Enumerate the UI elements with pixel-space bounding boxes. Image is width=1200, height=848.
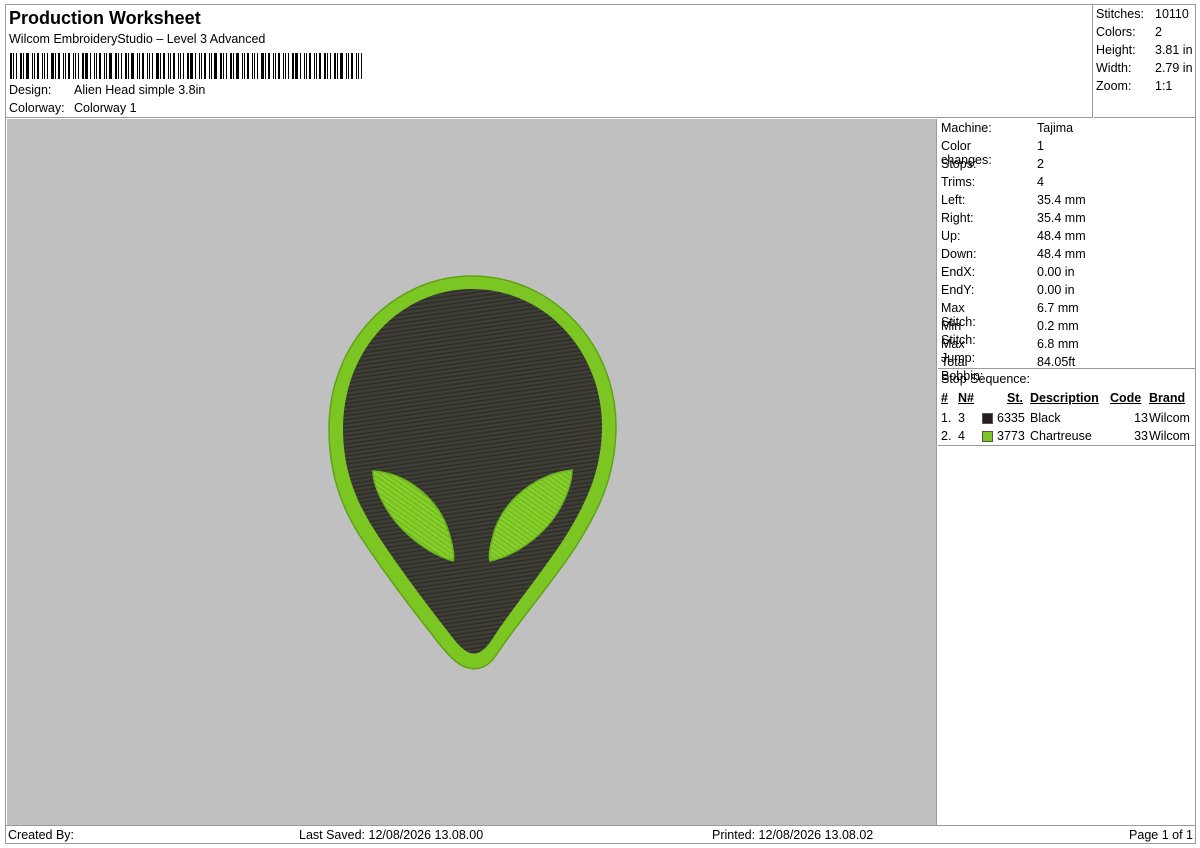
zoom-value: 1:1 [1155, 79, 1173, 93]
seq-brand: Wilcom [1149, 429, 1190, 443]
machine-info-value: 6.8 mm [1037, 337, 1079, 351]
colors-value: 2 [1155, 25, 1162, 39]
worksheet-header: Production Worksheet Wilcom EmbroiderySt… [6, 5, 1093, 118]
col-header-num: # [941, 391, 948, 405]
colorway-row: Colorway: Colorway 1 [9, 101, 137, 115]
machine-info-label: Left: [941, 193, 966, 207]
col-header-stitches: St. [1007, 391, 1023, 405]
page-number: Page 1 of 1 [1129, 828, 1193, 842]
machine-info-value: 35.4 mm [1037, 193, 1086, 207]
machine-info-label: Right: [941, 211, 974, 225]
stitches-value: 10110 [1155, 7, 1189, 21]
machine-info-value: 84.05ft [1037, 355, 1076, 369]
machine-info-label: Down: [941, 247, 977, 261]
machine-info-label: Trims: [941, 175, 976, 189]
printed-date: Printed: 12/08/2026 13.08.02 [712, 828, 874, 842]
stop-sequence-title: Stop Sequence: [941, 372, 1030, 386]
col-header-code: Code [1110, 391, 1142, 405]
seq-code: 33 [1134, 429, 1148, 443]
machine-info-label: Machine: [941, 121, 992, 135]
machine-info-value: 48.4 mm [1037, 247, 1086, 261]
worksheet-footer: Created By: Last Saved: 12/08/2026 13.08… [6, 825, 1195, 843]
machine-info-value: 1 [1037, 139, 1044, 153]
width-value: 2.79 in [1155, 61, 1193, 75]
seq-stitches: 6335 [997, 411, 1025, 425]
zoom-label: Zoom: [1096, 79, 1132, 93]
design-label: Design: [9, 83, 52, 97]
colors-label: Colors: [1096, 25, 1136, 39]
machine-info-value: 4 [1037, 175, 1044, 189]
machine-info-label: EndX: [941, 265, 976, 279]
machine-info-value: Tajima [1037, 121, 1074, 135]
width-label: Width: [1096, 61, 1132, 75]
col-header-brand: Brand [1149, 391, 1186, 405]
height-value: 3.81 in [1155, 43, 1193, 57]
design-preview [7, 119, 937, 825]
machine-info-value: 6.7 mm [1037, 301, 1079, 315]
software-subtitle: Wilcom EmbroideryStudio – Level 3 Advanc… [9, 32, 266, 46]
machine-info-value: 35.4 mm [1037, 211, 1086, 225]
seq-num: 2. [941, 429, 952, 443]
machine-info: Machine: Tajima Color changes: 1 Stops: 2 Trim… [938, 119, 1196, 383]
machine-info-value: 0.2 mm [1037, 319, 1079, 333]
page-title: Production Worksheet [9, 8, 201, 28]
seq-brand: Wilcom [1149, 411, 1190, 425]
machine-info-label: Up: [941, 229, 961, 243]
machine-info-label: Stops: [941, 157, 977, 171]
alien-head-design [328, 275, 617, 670]
colorway-value: Colorway 1 [74, 101, 137, 115]
seq-description: Chartreuse [1030, 429, 1092, 443]
seq-needle: 4 [958, 429, 965, 443]
color-swatch [982, 413, 993, 424]
seq-stitches: 3773 [997, 429, 1025, 443]
seq-num: 1. [941, 411, 952, 425]
seq-needle: 3 [958, 411, 965, 425]
design-stats: Stitches: 10110 Colors: 2 Height: 3.81 in W… [1094, 5, 1195, 118]
seq-code: 13 [1134, 411, 1148, 425]
barcode [10, 53, 365, 79]
height-label: Height: [1096, 43, 1136, 57]
machine-info-value: 0.00 in [1037, 283, 1075, 297]
machine-info-value: 0.00 in [1037, 265, 1075, 279]
machine-info-label: EndY: [941, 283, 975, 297]
machine-info-value: 48.4 mm [1037, 229, 1086, 243]
stop-sequence: Stop Sequence: # N# St. Description Code… [938, 370, 1196, 446]
machine-info-value: 2 [1037, 157, 1044, 171]
worksheet-frame: Production Worksheet Wilcom EmbroiderySt… [5, 4, 1196, 844]
created-by: Created By: [8, 828, 75, 842]
stitches-label: Stitches: [1096, 7, 1144, 21]
col-header-needle: N# [958, 391, 974, 405]
seq-description: Black [1030, 411, 1061, 425]
last-saved: Last Saved: 12/08/2026 13.08.00 [299, 828, 484, 842]
design-row: Design: Alien Head simple 3.8in [9, 83, 205, 97]
col-header-description: Description [1030, 391, 1099, 405]
color-swatch [982, 431, 993, 442]
design-value: Alien Head simple 3.8in [74, 83, 206, 97]
colorway-label: Colorway: [9, 101, 65, 115]
